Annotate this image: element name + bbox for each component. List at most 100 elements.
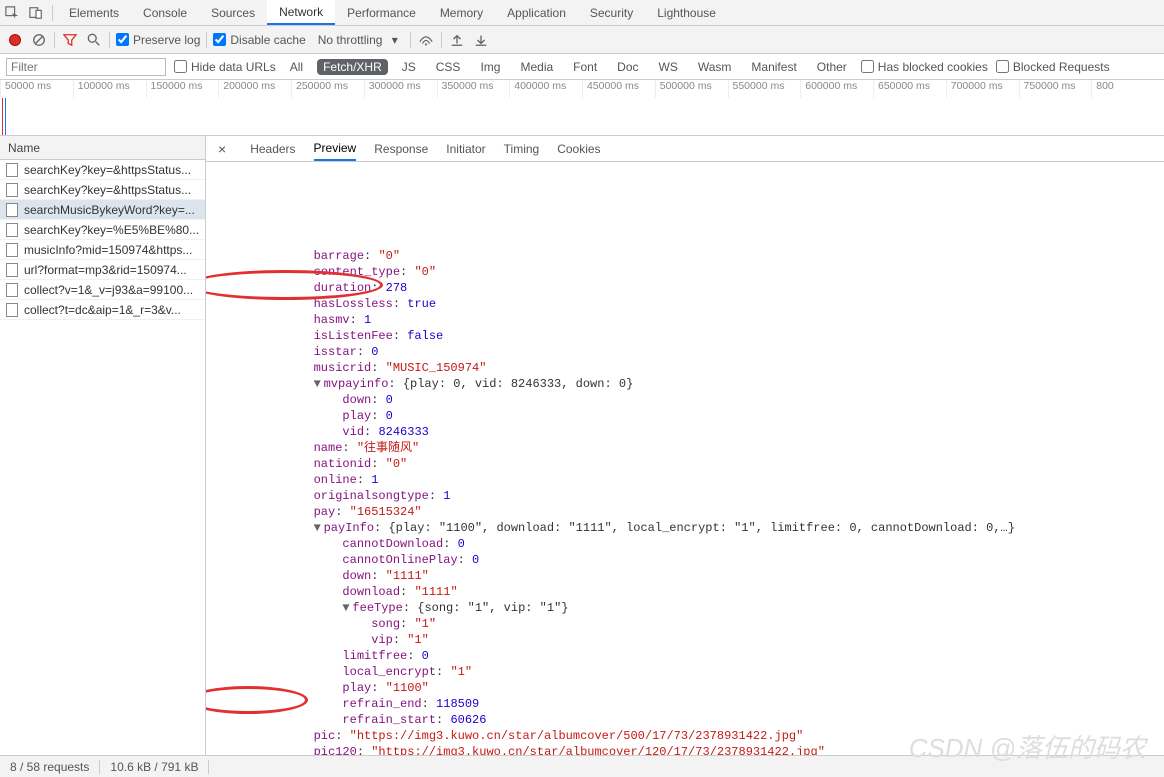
json-line[interactable]: pic: "https://img3.kuwo.cn/star/albumcov…: [256, 728, 1164, 744]
preserve-log-checkbox[interactable]: Preserve log: [116, 33, 200, 47]
filter-icon[interactable]: [61, 31, 79, 49]
close-detail-icon[interactable]: ×: [212, 141, 232, 157]
type-img[interactable]: Img: [474, 59, 506, 75]
tab-security[interactable]: Security: [578, 0, 645, 25]
json-line[interactable]: online: 1: [256, 472, 1164, 488]
request-row[interactable]: musicInfo?mid=150974&https...: [0, 240, 205, 260]
network-conditions-icon[interactable]: [417, 31, 435, 49]
json-line[interactable]: content_type: "0": [256, 264, 1164, 280]
type-all[interactable]: All: [284, 59, 309, 75]
request-row[interactable]: searchKey?key=%E5%BE%80...: [0, 220, 205, 240]
json-line[interactable]: musicrid: "MUSIC_150974": [256, 360, 1164, 376]
search-icon[interactable]: [85, 31, 103, 49]
json-line[interactable]: nationid: "0": [256, 456, 1164, 472]
request-list-rows: searchKey?key=&httpsStatus... searchKey?k…: [0, 160, 205, 755]
json-line[interactable]: local_encrypt: "1": [256, 664, 1164, 680]
upload-har-icon[interactable]: [448, 31, 466, 49]
timeline-tick: 150000 ms: [146, 80, 219, 98]
json-line[interactable]: play: 0: [256, 408, 1164, 424]
tab-performance[interactable]: Performance: [335, 0, 428, 25]
disable-cache-input[interactable]: [213, 33, 226, 46]
tab-console[interactable]: Console: [131, 0, 199, 25]
type-js[interactable]: JS: [396, 59, 422, 75]
type-manifest[interactable]: Manifest: [745, 59, 802, 75]
json-line[interactable]: refrain_start: 60626: [256, 712, 1164, 728]
document-icon: [6, 163, 18, 177]
json-line[interactable]: refrain_end: 118509: [256, 696, 1164, 712]
type-doc[interactable]: Doc: [611, 59, 644, 75]
tab-memory[interactable]: Memory: [428, 0, 495, 25]
detail-tab-timing[interactable]: Timing: [504, 138, 540, 160]
json-line[interactable]: ▼mvpayinfo: {play: 0, vid: 8246333, down…: [256, 376, 1164, 392]
type-font[interactable]: Font: [567, 59, 603, 75]
blocked-requests-checkbox[interactable]: Blocked Requests: [996, 60, 1110, 74]
json-line[interactable]: cannotDownload: 0: [256, 536, 1164, 552]
tab-application[interactable]: Application: [495, 0, 578, 25]
clear-icon[interactable]: [30, 31, 48, 49]
detail-tab-response[interactable]: Response: [374, 138, 428, 160]
detail-tab-preview[interactable]: Preview: [314, 137, 357, 161]
request-row[interactable]: searchMusicBykeyWord?key=...: [0, 200, 205, 220]
device-toggle-icon[interactable]: [24, 0, 48, 25]
json-line[interactable]: song: "1": [256, 616, 1164, 632]
network-filter-bar: Hide data URLs All Fetch/XHR JS CSS Img …: [0, 54, 1164, 80]
download-har-icon[interactable]: [472, 31, 490, 49]
json-line[interactable]: name: "往事随风": [256, 440, 1164, 456]
detail-tab-initiator[interactable]: Initiator: [446, 138, 485, 160]
blocked-requests-input[interactable]: [996, 60, 1009, 73]
request-name: searchKey?key=&httpsStatus...: [24, 163, 191, 177]
request-list-header[interactable]: Name: [0, 136, 205, 160]
response-preview-json[interactable]: barrage: "0" content_type: "0" duration:…: [206, 162, 1164, 755]
json-line[interactable]: vip: "1": [256, 632, 1164, 648]
json-line[interactable]: vid: 8246333: [256, 424, 1164, 440]
request-row[interactable]: searchKey?key=&httpsStatus...: [0, 160, 205, 180]
json-line[interactable]: ▼payInfo: {play: "1100", download: "1111…: [256, 520, 1164, 536]
inspect-element-icon[interactable]: [0, 0, 24, 25]
network-timeline[interactable]: 50000 ms100000 ms150000 ms200000 ms25000…: [0, 80, 1164, 136]
json-line[interactable]: ▼feeType: {song: "1", vip: "1"}: [256, 600, 1164, 616]
has-blocked-cookies-checkbox[interactable]: Has blocked cookies: [861, 60, 988, 74]
json-line[interactable]: barrage: "0": [256, 248, 1164, 264]
hide-data-urls-checkbox[interactable]: Hide data URLs: [174, 60, 276, 74]
json-line[interactable]: play: "1100": [256, 680, 1164, 696]
filter-input[interactable]: [6, 58, 166, 76]
json-line[interactable]: down: "1111": [256, 568, 1164, 584]
has-blocked-cookies-input[interactable]: [861, 60, 874, 73]
json-line[interactable]: pay: "16515324": [256, 504, 1164, 520]
type-media[interactable]: Media: [514, 59, 559, 75]
throttling-value: No throttling: [318, 33, 383, 47]
tab-network[interactable]: Network: [267, 0, 335, 25]
document-icon: [6, 283, 18, 297]
json-line[interactable]: down: 0: [256, 392, 1164, 408]
disable-cache-checkbox[interactable]: Disable cache: [213, 33, 305, 47]
type-css[interactable]: CSS: [430, 59, 467, 75]
json-line[interactable]: hasmv: 1: [256, 312, 1164, 328]
record-button[interactable]: [6, 31, 24, 49]
type-fetchxhr[interactable]: Fetch/XHR: [317, 59, 388, 75]
tab-lighthouse[interactable]: Lighthouse: [645, 0, 728, 25]
tab-sources[interactable]: Sources: [199, 0, 267, 25]
json-line[interactable]: isstar: 0: [256, 344, 1164, 360]
json-line[interactable]: limitfree: 0: [256, 648, 1164, 664]
preserve-log-input[interactable]: [116, 33, 129, 46]
json-line[interactable]: download: "1111": [256, 584, 1164, 600]
request-row[interactable]: collect?v=1&_v=j93&a=99100...: [0, 280, 205, 300]
type-ws[interactable]: WS: [653, 59, 684, 75]
json-line[interactable]: pic120: "https://img3.kuwo.cn/star/album…: [256, 744, 1164, 755]
request-row[interactable]: searchKey?key=&httpsStatus...: [0, 180, 205, 200]
json-line[interactable]: hasLossless: true: [256, 296, 1164, 312]
request-row[interactable]: url?format=mp3&rid=150974...: [0, 260, 205, 280]
json-line[interactable]: duration: 278: [256, 280, 1164, 296]
type-other[interactable]: Other: [811, 59, 853, 75]
tab-elements[interactable]: Elements: [57, 0, 131, 25]
json-line[interactable]: cannotOnlinePlay: 0: [256, 552, 1164, 568]
type-wasm[interactable]: Wasm: [692, 59, 738, 75]
request-row[interactable]: collect?t=dc&aip=1&_r=3&v...: [0, 300, 205, 320]
detail-tab-headers[interactable]: Headers: [250, 138, 295, 160]
json-line[interactable]: originalsongtype: 1: [256, 488, 1164, 504]
throttling-select[interactable]: No throttling ▾: [312, 33, 404, 47]
hide-data-urls-input[interactable]: [174, 60, 187, 73]
timeline-tick: 250000 ms: [291, 80, 364, 98]
json-line[interactable]: isListenFee: false: [256, 328, 1164, 344]
detail-tab-cookies[interactable]: Cookies: [557, 138, 600, 160]
